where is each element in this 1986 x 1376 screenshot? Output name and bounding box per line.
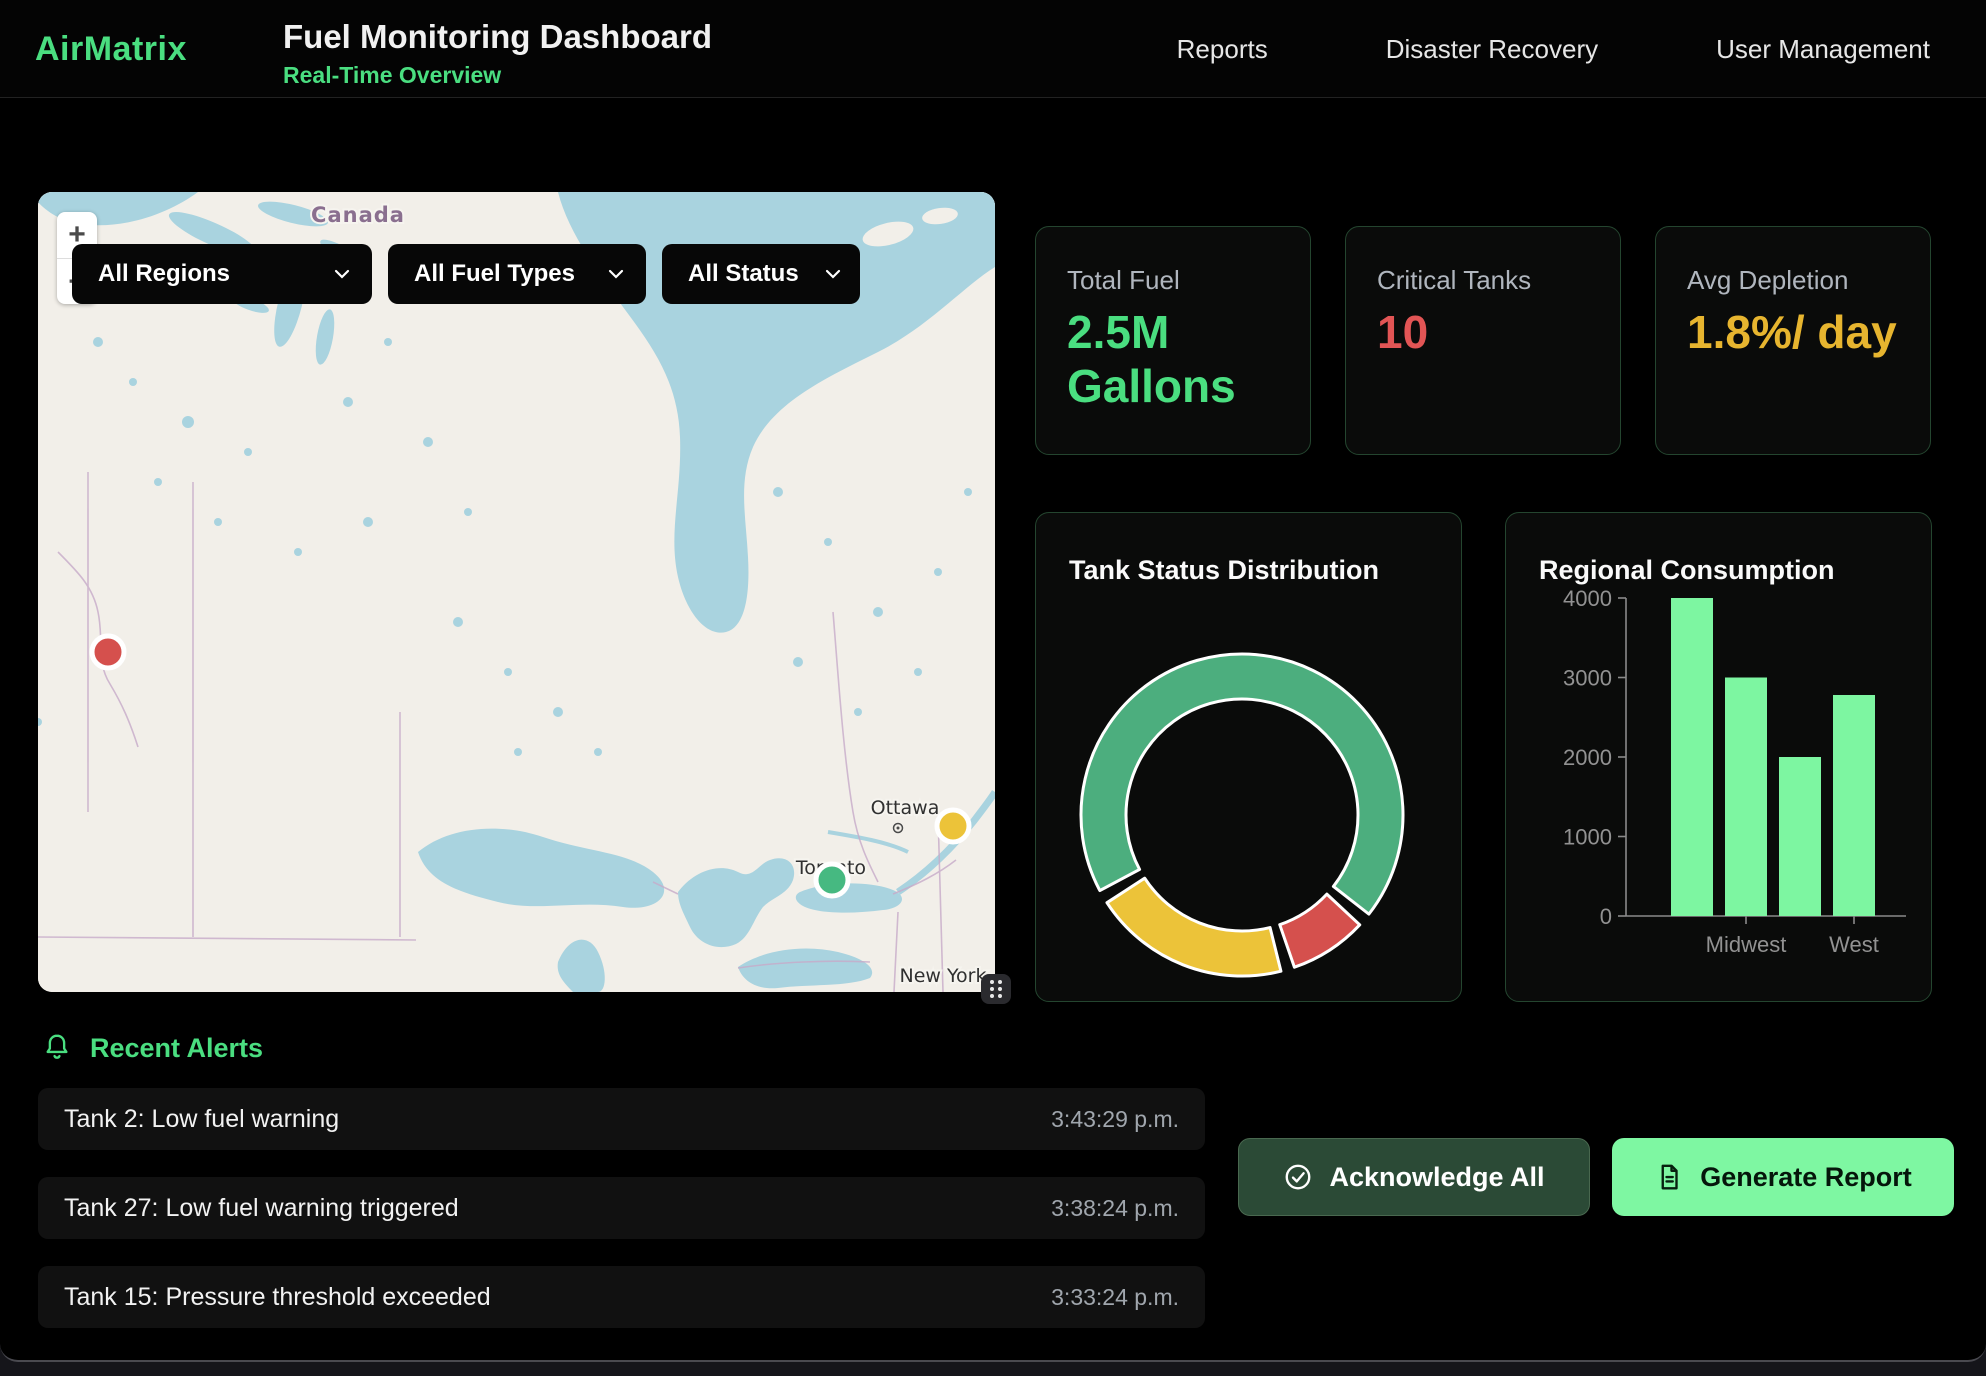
acknowledge-all-button[interactable]: Acknowledge All [1238, 1138, 1590, 1216]
donut-segment [1280, 894, 1360, 967]
alert-row: Tank 15: Pressure threshold exceeded 3:3… [38, 1266, 1205, 1328]
bar-region-3 [1779, 757, 1821, 916]
stat-card-avg-depletion: Avg Depletion 1.8%/ day [1655, 226, 1931, 455]
acknowledge-all-label: Acknowledge All [1329, 1162, 1544, 1193]
nav-disaster-recovery[interactable]: Disaster Recovery [1386, 34, 1598, 65]
alert-time: 3:33:24 p.m. [1051, 1284, 1179, 1311]
report-document-icon [1654, 1162, 1684, 1192]
nav-reports[interactable]: Reports [1177, 34, 1268, 65]
svg-text:3000: 3000 [1563, 666, 1612, 691]
nav-user-management[interactable]: User Management [1716, 34, 1930, 65]
svg-text:West: West [1829, 932, 1879, 957]
app-logo: AirMatrix [35, 30, 187, 69]
tank-status-card: Tank Status Distribution [1035, 512, 1462, 1002]
status-filter-value: All Status [688, 260, 799, 288]
region-filter-value: All Regions [98, 260, 230, 288]
chevron-down-icon [825, 269, 841, 279]
stat-value-total-fuel: 2.5M Gallons [1067, 305, 1281, 414]
chevron-down-icon [334, 269, 350, 279]
stat-card-total-fuel: Total Fuel 2.5M Gallons [1035, 226, 1311, 455]
stat-label: Total Fuel [1067, 265, 1180, 296]
fuel-type-filter-select[interactable]: All Fuel Types [388, 244, 646, 304]
fuel-type-filter-value: All Fuel Types [414, 260, 575, 288]
header: AirMatrix Fuel Monitoring Dashboard Real… [0, 0, 1986, 98]
stat-label: Critical Tanks [1377, 265, 1531, 296]
donut-segment [1081, 654, 1403, 914]
svg-text:Midwest: Midwest [1706, 932, 1787, 957]
alert-message: Tank 27: Low fuel warning triggered [64, 1194, 459, 1223]
stat-value-avg-depletion: 1.8%/ day [1687, 305, 1901, 359]
status-filter-select[interactable]: All Status [662, 244, 860, 304]
stat-label: Avg Depletion [1687, 265, 1848, 296]
alert-row: Tank 27: Low fuel warning triggered 3:38… [38, 1177, 1205, 1239]
chevron-down-icon [608, 269, 624, 279]
map-label-canada: Canada [311, 203, 405, 227]
fuel-map[interactable]: Canada Ottawa Toronto New York + − All R… [38, 192, 995, 992]
regional-consumption-card: Regional Consumption 01000200030004000Mi… [1505, 512, 1932, 1002]
generate-report-label: Generate Report [1700, 1162, 1912, 1193]
map-canvas: Canada Ottawa Toronto New York [38, 192, 995, 992]
alerts-title: Recent Alerts [90, 1033, 263, 1064]
generate-report-button[interactable]: Generate Report [1612, 1138, 1954, 1216]
stat-value-critical-tanks: 10 [1377, 305, 1591, 359]
bar-region-1 [1671, 598, 1713, 916]
tank-status-donut-chart [1036, 513, 1463, 1003]
alert-time: 3:38:24 p.m. [1051, 1195, 1179, 1222]
alert-time: 3:43:29 p.m. [1051, 1106, 1179, 1133]
svg-text:0: 0 [1600, 904, 1612, 929]
dashboard-root: AirMatrix Fuel Monitoring Dashboard Real… [0, 0, 1986, 1362]
main-nav: Reports Disaster Recovery User Managemen… [1177, 0, 1930, 98]
tank-marker-warning[interactable] [937, 810, 969, 842]
map-filters: All Regions All Fuel Types All Status [72, 244, 860, 304]
svg-text:2000: 2000 [1563, 745, 1612, 770]
bell-icon [42, 1032, 72, 1064]
regional-consumption-bar-chart: 0 1000 2000 3000 4000 Midwest West [1506, 573, 1933, 1003]
alerts-header: Recent Alerts [42, 1032, 263, 1064]
region-filter-select[interactable]: All Regions [72, 244, 372, 304]
donut-segment [1107, 878, 1281, 976]
svg-text:4000: 4000 [1563, 586, 1612, 611]
bar-West [1833, 695, 1875, 916]
check-circle-icon [1283, 1162, 1313, 1192]
page-subtitle: Real-Time Overview [283, 62, 501, 89]
map-resize-handle[interactable] [981, 974, 1011, 1004]
alert-row: Tank 2: Low fuel warning 3:43:29 p.m. [38, 1088, 1205, 1150]
page-title: Fuel Monitoring Dashboard [283, 18, 712, 56]
bar-Midwest [1725, 678, 1767, 917]
svg-text:1000: 1000 [1563, 825, 1612, 850]
alert-message: Tank 2: Low fuel warning [64, 1105, 339, 1134]
map-label-ottawa: Ottawa [871, 797, 940, 819]
tank-marker-critical[interactable] [92, 636, 124, 668]
map-label-newyork: New York [899, 965, 986, 987]
alert-message: Tank 15: Pressure threshold exceeded [64, 1283, 491, 1312]
tank-marker-normal[interactable] [816, 864, 848, 896]
stat-card-critical-tanks: Critical Tanks 10 [1345, 226, 1621, 455]
